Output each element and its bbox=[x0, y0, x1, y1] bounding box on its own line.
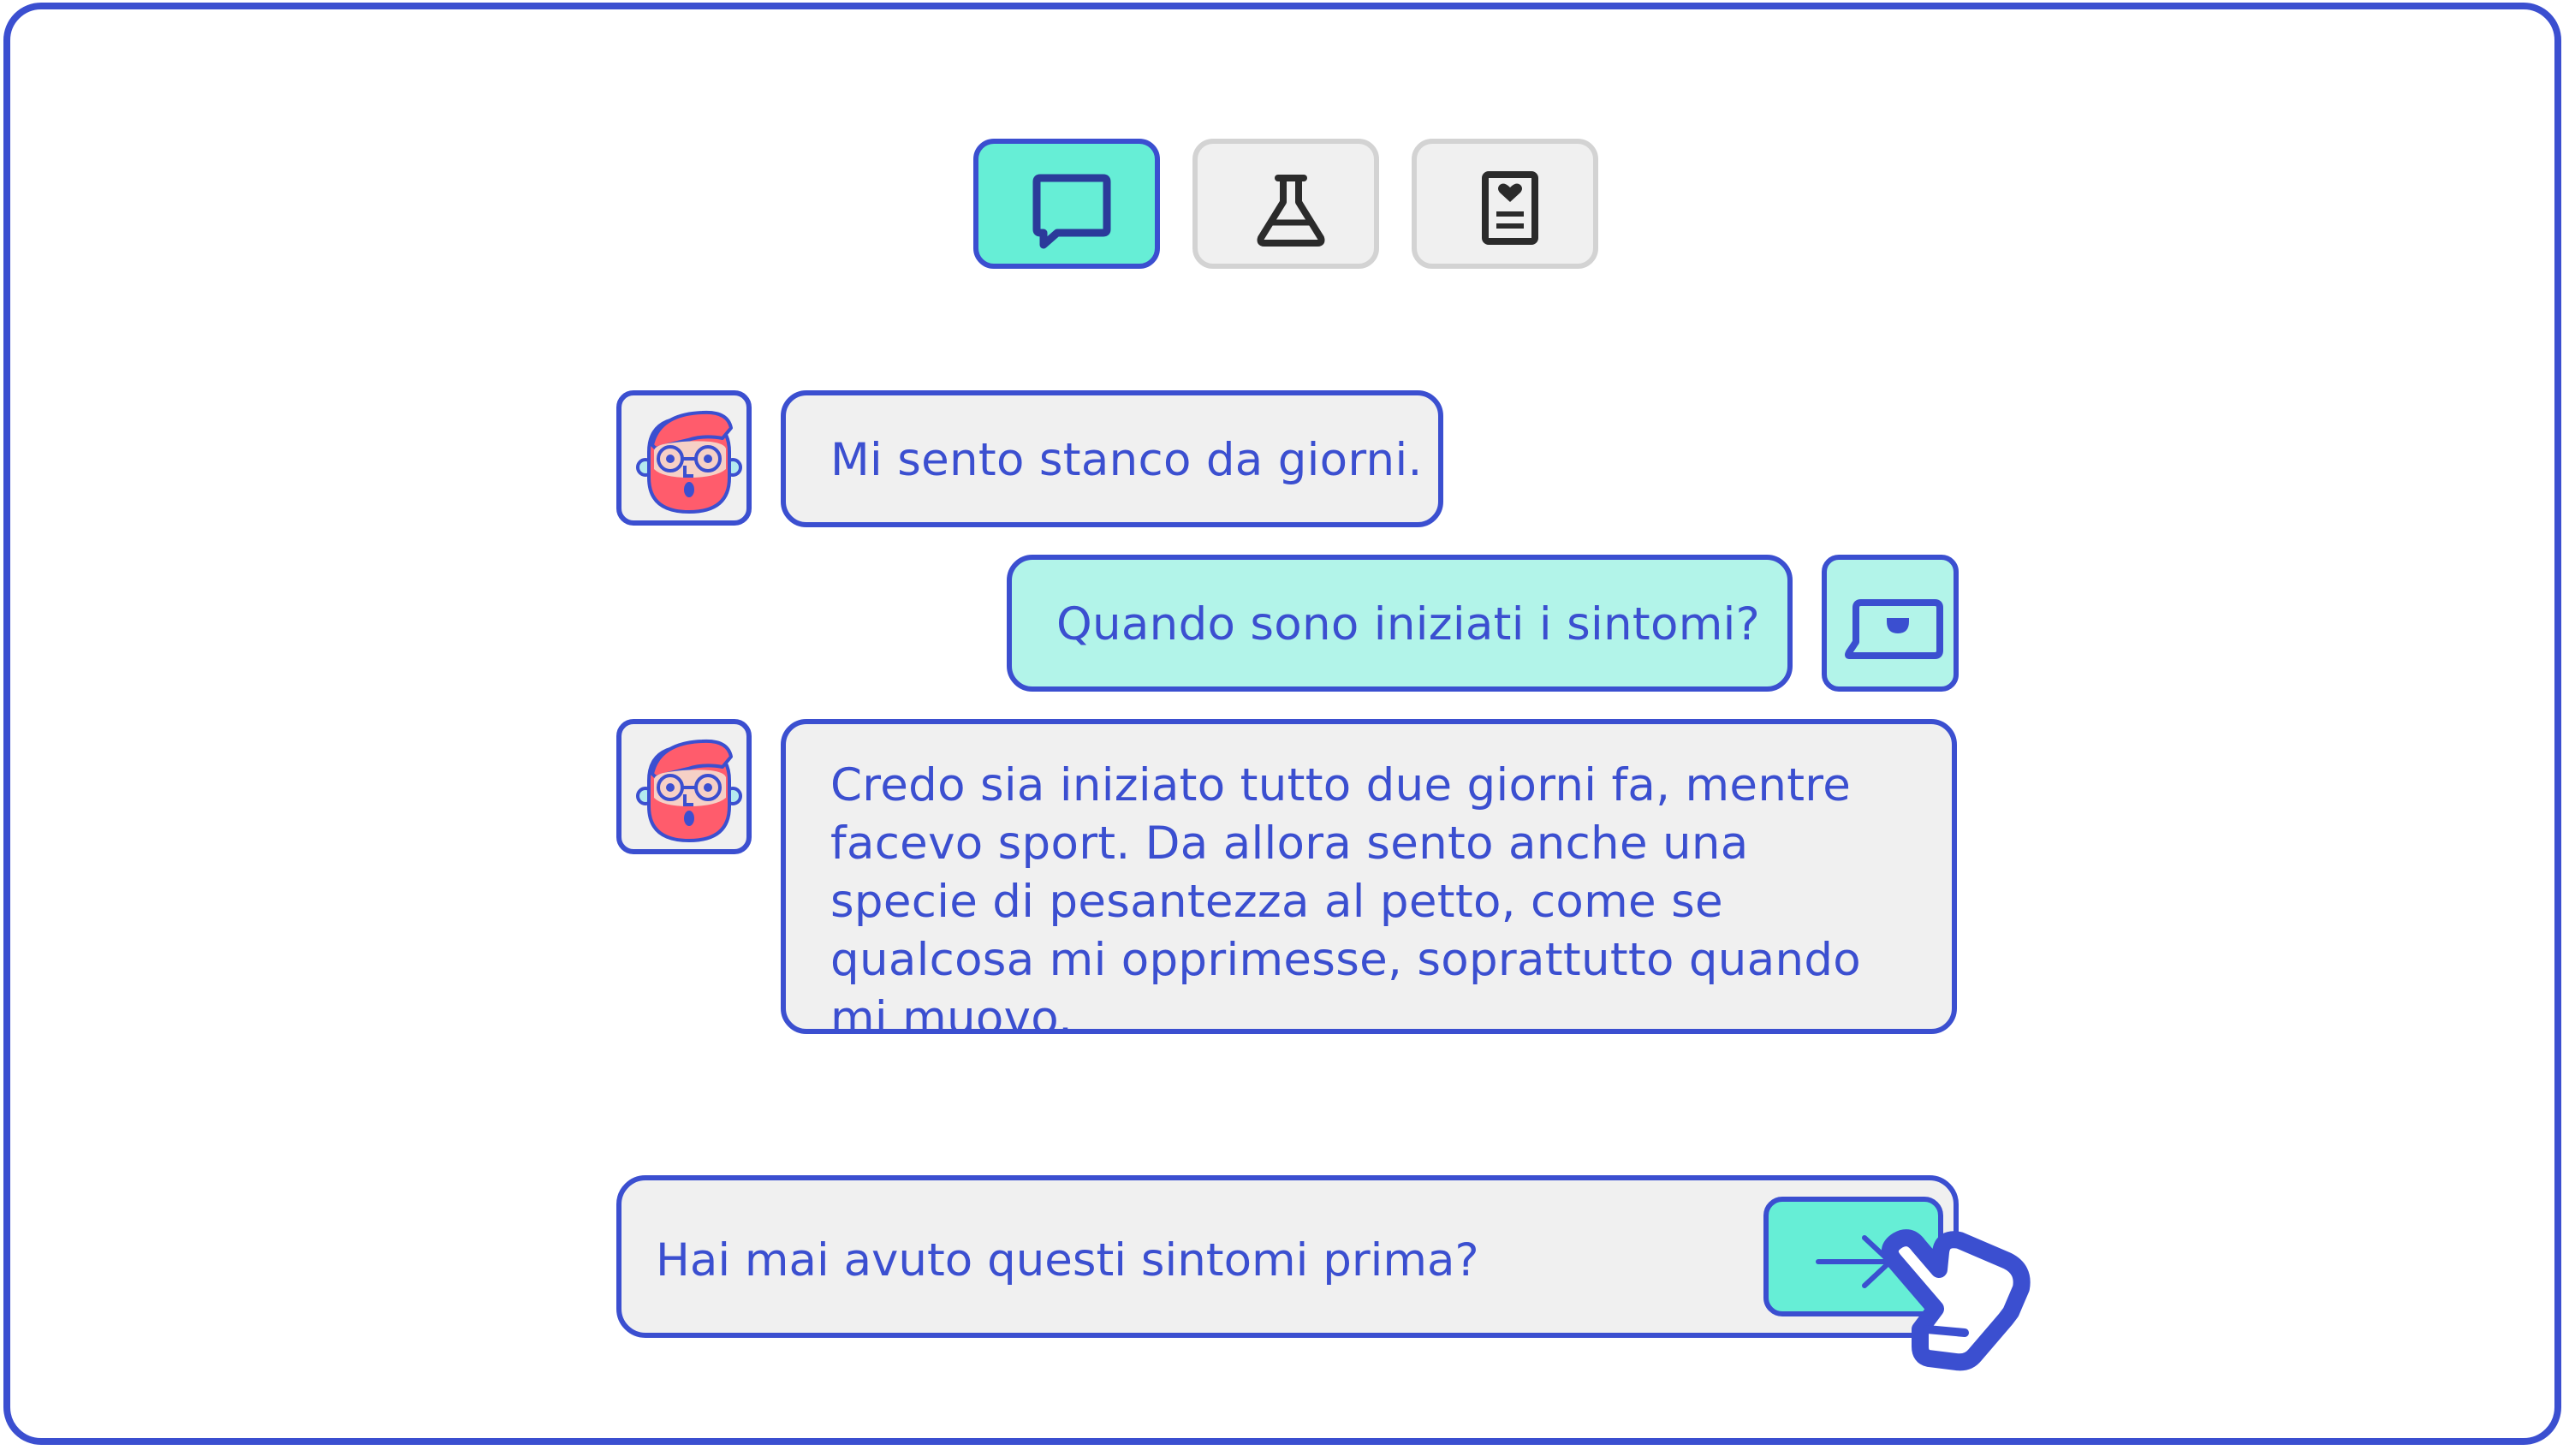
message-bubble-patient: Mi sento stanco da giorni. bbox=[781, 390, 1443, 527]
tab-chat[interactable] bbox=[973, 139, 1160, 269]
message-bubble-doctor: Quando sono iniziati i sintomi? bbox=[1007, 555, 1793, 692]
laptop-chat-icon bbox=[1845, 599, 1943, 659]
flask-icon bbox=[1257, 175, 1325, 247]
tab-record[interactable] bbox=[1412, 139, 1598, 269]
message-text: Mi sento stanco da giorni. bbox=[830, 434, 1423, 486]
doctor-avatar bbox=[1822, 555, 1959, 692]
chat-bubble-icon bbox=[1032, 174, 1111, 249]
tab-lab[interactable] bbox=[1192, 139, 1379, 269]
message-bubble-patient: Credo sia iniziato tutto due giorni fa, … bbox=[781, 719, 1957, 1044]
message-composer bbox=[616, 1175, 1959, 1338]
message-text: Credo sia iniziato tutto due giorni fa, … bbox=[830, 759, 1862, 1044]
patient-face-icon bbox=[636, 410, 742, 514]
patient-face-icon bbox=[636, 739, 742, 843]
medical-record-icon bbox=[1482, 171, 1538, 245]
patient-avatar bbox=[616, 390, 752, 526]
patient-avatar bbox=[616, 719, 752, 854]
hand-pointer-icon bbox=[1881, 1229, 2031, 1371]
message-text: Quando sono iniziati i sintomi? bbox=[1056, 598, 1761, 651]
message-input[interactable] bbox=[656, 1230, 1683, 1290]
